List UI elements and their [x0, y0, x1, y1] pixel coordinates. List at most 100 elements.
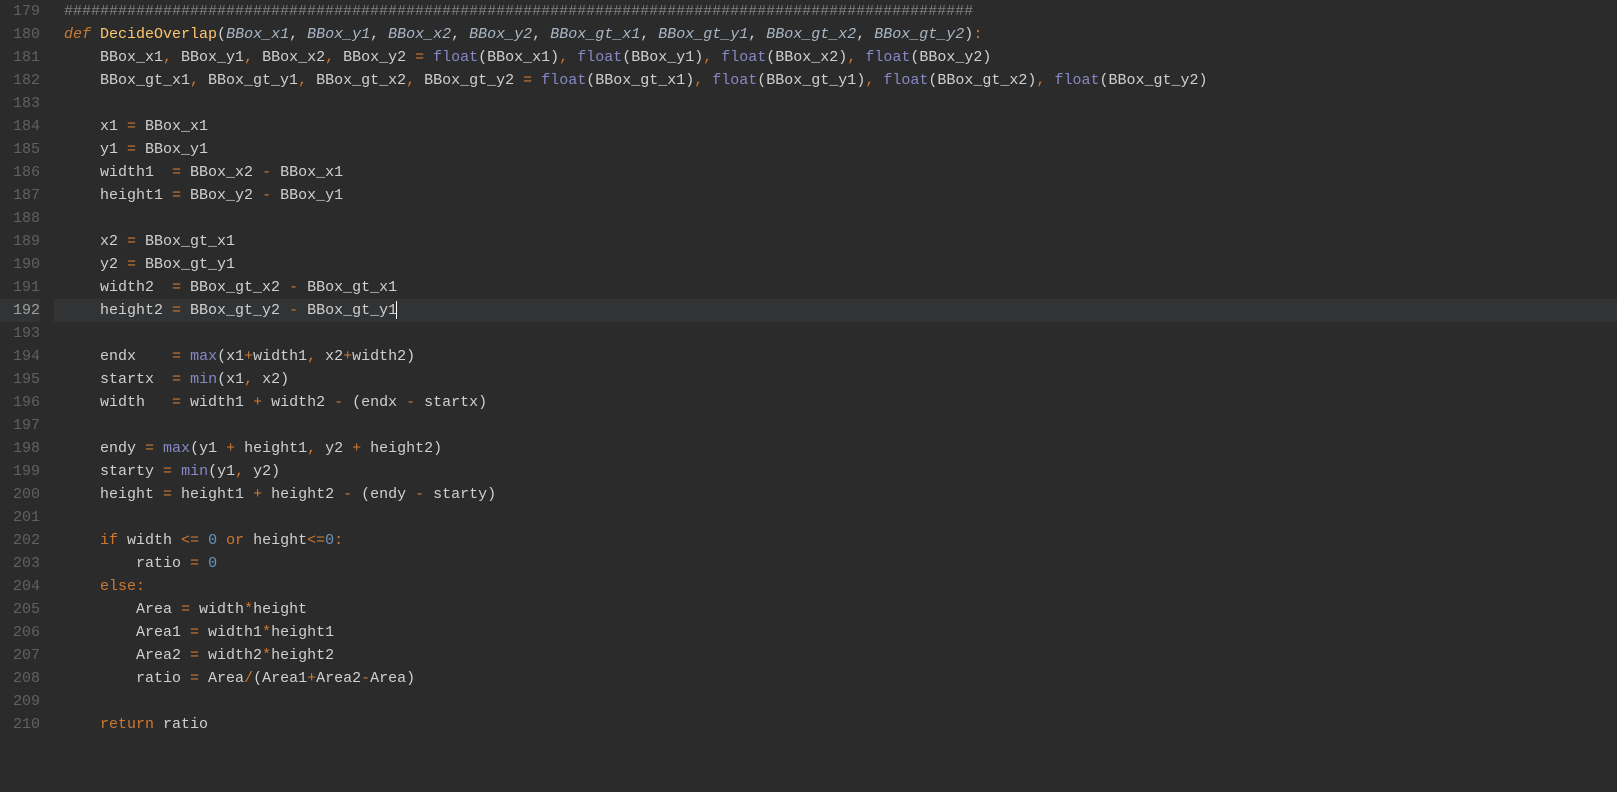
token-txt: BBox_gt_x2 [307, 72, 406, 89]
token-punc: , [370, 26, 388, 43]
token-param: BBox_x2 [388, 26, 451, 43]
token-bi: float [712, 72, 757, 89]
token-txt: BBox_gt_x1 [64, 72, 190, 89]
token-punc: (BBox_y2) [910, 49, 991, 66]
token-op: , [307, 440, 316, 457]
token-txt: BBox_gt_x2 [181, 279, 289, 296]
code-editor[interactable]: 1791801811821831841851861871881891901911… [0, 0, 1617, 736]
line-number: 189 [0, 230, 40, 253]
token-op: = [190, 670, 199, 687]
code-line[interactable]: BBox_x1, BBox_y1, BBox_x2, BBox_y2 = flo… [54, 46, 1617, 69]
line-number: 187 [0, 184, 40, 207]
token-punc: (x1 [217, 348, 244, 365]
line-number: 210 [0, 713, 40, 736]
token-txt: y2 [316, 440, 352, 457]
code-line[interactable]: else: [54, 575, 1617, 598]
code-line[interactable] [54, 207, 1617, 230]
token-op: = [190, 624, 199, 641]
code-line[interactable]: endy = max(y1 + height1, y2 + height2) [54, 437, 1617, 460]
code-line[interactable] [54, 322, 1617, 345]
token-txt: ratio [64, 670, 190, 687]
token-op: - [262, 164, 271, 181]
token-op: , [190, 72, 199, 89]
token-bi: float [433, 49, 478, 66]
code-line[interactable] [54, 690, 1617, 713]
code-line[interactable]: x2 = BBox_gt_x1 [54, 230, 1617, 253]
token-punc: (x1 [217, 371, 244, 388]
token-op: = [523, 72, 532, 89]
code-line[interactable]: height1 = BBox_y2 - BBox_y1 [54, 184, 1617, 207]
token-op: , [865, 72, 874, 89]
line-number: 203 [0, 552, 40, 575]
token-txt: BBox_gt_x1 [298, 279, 397, 296]
code-line[interactable]: y1 = BBox_y1 [54, 138, 1617, 161]
token-op: + [226, 440, 235, 457]
token-txt [217, 532, 226, 549]
token-op: <= [307, 532, 325, 549]
token-txt: height [244, 532, 307, 549]
token-txt [424, 49, 433, 66]
token-op: * [262, 624, 271, 641]
token-punc: ( [217, 26, 226, 43]
code-line[interactable]: def DecideOverlap(BBox_x1, BBox_y1, BBox… [54, 23, 1617, 46]
token-op: , [325, 49, 334, 66]
token-op: = [127, 256, 136, 273]
token-txt: Area) [370, 670, 415, 687]
code-line[interactable]: endx = max(x1+width1, x2+width2) [54, 345, 1617, 368]
token-op: , [694, 72, 703, 89]
code-line[interactable]: starty = min(y1, y2) [54, 460, 1617, 483]
token-bi: float [541, 72, 586, 89]
token-txt [856, 49, 865, 66]
token-txt: width2 [262, 394, 334, 411]
token-bi: float [883, 72, 928, 89]
line-number: 197 [0, 414, 40, 437]
line-number: 180 [0, 23, 40, 46]
code-line[interactable]: if width <= 0 or height<=0: [54, 529, 1617, 552]
token-txt: BBox_x2 [253, 49, 325, 66]
code-line[interactable]: width1 = BBox_x2 - BBox_x1 [54, 161, 1617, 184]
code-line[interactable]: ########################################… [54, 0, 1617, 23]
code-area[interactable]: ########################################… [54, 0, 1617, 736]
token-op: = [163, 463, 172, 480]
token-bi: max [190, 348, 217, 365]
token-op: : [973, 26, 982, 43]
code-line[interactable]: return ratio [54, 713, 1617, 736]
line-number: 198 [0, 437, 40, 460]
token-num: 0 [325, 532, 334, 549]
line-number: 208 [0, 667, 40, 690]
token-op: , [244, 371, 253, 388]
code-line[interactable]: height2 = BBox_gt_y2 - BBox_gt_y1 [54, 299, 1617, 322]
code-line[interactable]: width2 = BBox_gt_x2 - BBox_gt_x1 [54, 276, 1617, 299]
code-line[interactable]: Area2 = width2*height2 [54, 644, 1617, 667]
code-line[interactable] [54, 414, 1617, 437]
token-punc: , [640, 26, 658, 43]
token-txt: width2 [64, 279, 172, 296]
code-line[interactable]: BBox_gt_x1, BBox_gt_y1, BBox_gt_x2, BBox… [54, 69, 1617, 92]
code-line[interactable]: y2 = BBox_gt_y1 [54, 253, 1617, 276]
token-txt [64, 532, 100, 549]
code-line[interactable]: ratio = 0 [54, 552, 1617, 575]
code-line[interactable]: height = height1 + height2 - (endy - sta… [54, 483, 1617, 506]
token-bi: float [865, 49, 910, 66]
code-line[interactable] [54, 92, 1617, 115]
token-txt: width [118, 532, 181, 549]
token-txt: ratio [64, 555, 190, 572]
code-line[interactable]: width = width1 + width2 - (endx - startx… [54, 391, 1617, 414]
token-txt [874, 72, 883, 89]
token-op: = [127, 118, 136, 135]
code-line[interactable]: startx = min(x1, x2) [54, 368, 1617, 391]
line-number: 204 [0, 575, 40, 598]
token-punc: (BBox_gt_x2) [928, 72, 1036, 89]
code-line[interactable]: Area = width*height [54, 598, 1617, 621]
line-number: 194 [0, 345, 40, 368]
token-punc: (y1 [208, 463, 235, 480]
token-op: - [262, 187, 271, 204]
token-txt: width [64, 394, 172, 411]
code-line[interactable]: x1 = BBox_x1 [54, 115, 1617, 138]
code-line[interactable] [54, 506, 1617, 529]
code-line[interactable]: ratio = Area/(Area1+Area2-Area) [54, 667, 1617, 690]
token-txt: startx [64, 371, 172, 388]
code-line[interactable]: Area1 = width1*height1 [54, 621, 1617, 644]
token-txt: Area [199, 670, 244, 687]
token-txt: BBox_x1 [64, 49, 163, 66]
